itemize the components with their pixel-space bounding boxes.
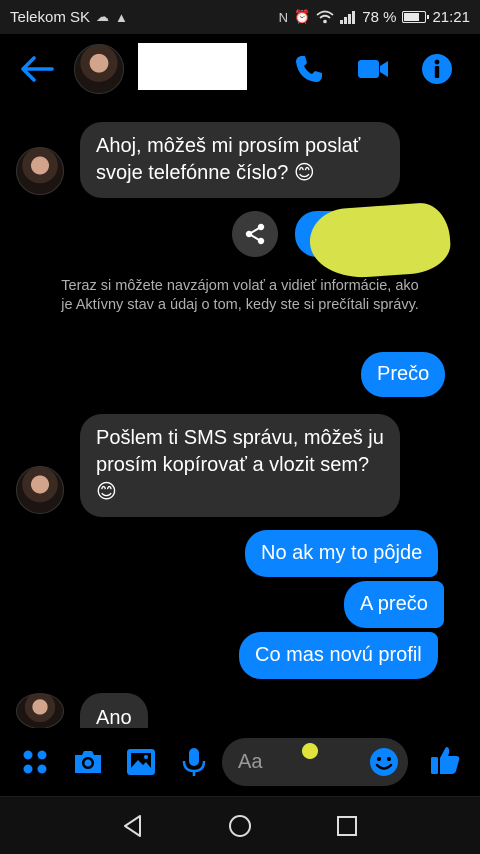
phone-icon[interactable] (293, 53, 325, 85)
apps-grid-icon[interactable] (19, 746, 51, 778)
camera-icon[interactable] (72, 746, 104, 778)
nfc-icon: N (278, 9, 289, 25)
incoming-message[interactable]: Ano (80, 693, 148, 729)
gallery-icon[interactable] (125, 746, 157, 778)
system-notice: Teraz si môžete navzájom volať a vidieť … (61, 278, 419, 313)
signal-icon (340, 10, 356, 24)
sender-avatar[interactable] (16, 147, 64, 195)
status-bar: Telekom SK ☁ ▲ N ⏰ 78 % 21:21 (0, 0, 480, 34)
redaction-scribble (307, 201, 453, 281)
nav-back-icon[interactable] (120, 813, 146, 839)
clock: 21:21 (432, 8, 470, 26)
share-button[interactable] (232, 211, 278, 257)
yellow-dot-marker (302, 743, 318, 759)
emoji-icon[interactable] (368, 746, 400, 778)
back-arrow-icon[interactable] (20, 56, 54, 82)
battery-icon (402, 11, 430, 23)
thumbs-up-icon[interactable] (429, 744, 461, 776)
share-icon (245, 223, 265, 245)
wifi-icon (316, 10, 334, 24)
android-navigation-bar (0, 796, 480, 854)
chat-header (0, 34, 480, 104)
sender-avatar[interactable] (16, 466, 64, 514)
info-icon[interactable] (421, 53, 453, 85)
outgoing-message[interactable]: A prečo (344, 581, 444, 628)
incoming-message[interactable]: Pošlem ti SMS správu, môžeš ju prosím ko… (80, 414, 400, 517)
composer-bar: Aa (0, 728, 480, 796)
cloud-icon: ☁ (96, 9, 110, 24)
video-camera-icon[interactable] (357, 53, 389, 85)
outgoing-message[interactable]: No ak my to pôjde (245, 530, 439, 577)
alarm-icon: ⏰ (294, 9, 311, 24)
outgoing-message[interactable]: Co mas novú profil (239, 632, 438, 679)
battery-percent: 78 % (362, 8, 397, 26)
message-placeholder: Aa (238, 751, 263, 773)
contact-name[interactable] (138, 43, 247, 90)
outgoing-message[interactable]: Prečo (361, 352, 446, 397)
incoming-message[interactable]: Ahoj, môžeš mi prosím poslať svoje telef… (80, 122, 400, 198)
carrier-label: Telekom SK (10, 8, 91, 26)
contact-avatar[interactable] (74, 44, 124, 94)
notification-icon: ▲ (115, 9, 128, 25)
nav-recents-icon[interactable] (334, 813, 360, 839)
sender-avatar[interactable] (16, 693, 64, 729)
nav-home-icon[interactable] (227, 813, 253, 839)
microphone-icon[interactable] (178, 746, 210, 778)
